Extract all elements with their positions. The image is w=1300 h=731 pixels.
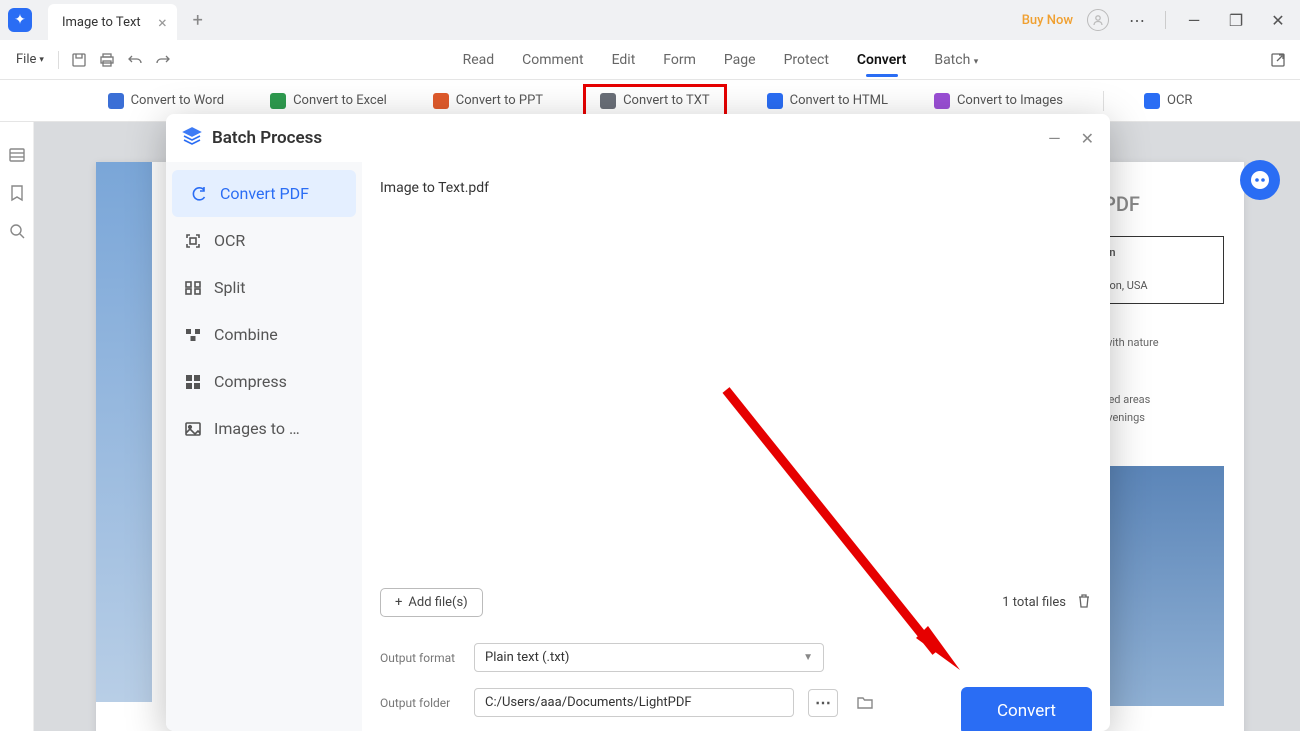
images-icon xyxy=(934,93,950,109)
undo-icon[interactable] xyxy=(121,46,149,74)
combine-icon xyxy=(184,326,202,344)
convert-to-word[interactable]: Convert to Word xyxy=(102,89,231,113)
open-external-icon[interactable] xyxy=(1264,46,1292,74)
convert-to-ppt[interactable]: Convert to PPT xyxy=(427,89,549,113)
batch-process-dialog: Batch Process — ✕ Convert PDF OCR Split … xyxy=(166,114,1110,731)
list-footer: +Add file(s) 1 total files xyxy=(380,588,1092,617)
thumbnails-icon[interactable] xyxy=(8,146,26,164)
tab-read[interactable]: Read xyxy=(461,52,497,68)
split-icon xyxy=(184,279,202,297)
output-format-label: Output format xyxy=(380,651,460,665)
convert-to-txt[interactable]: Convert to TXT xyxy=(583,84,727,118)
separator xyxy=(1165,11,1166,29)
menu-tabs: Read Comment Edit Form Page Protect Conv… xyxy=(461,52,981,68)
sidebar-item-images-to[interactable]: Images to … xyxy=(166,405,362,452)
txt-icon xyxy=(600,93,616,109)
tab-close-icon[interactable]: × xyxy=(158,13,167,32)
print-icon[interactable] xyxy=(93,46,121,74)
file-list: Image to Text.pdf xyxy=(380,176,1092,580)
add-files-button[interactable]: +Add file(s) xyxy=(380,588,483,617)
output-format-row: Output format Plain text (.txt) ▼ xyxy=(380,643,1092,672)
tab-edit[interactable]: Edit xyxy=(610,52,638,68)
close-window-icon[interactable]: ✕ xyxy=(1264,6,1292,34)
ocr-icon xyxy=(184,232,202,250)
tab-batch[interactable]: Batch ▾ xyxy=(932,52,980,68)
file-total: 1 total files xyxy=(1002,593,1092,613)
titlebar-right: Buy Now ⋯ — ❐ ✕ xyxy=(1022,6,1292,34)
maximize-icon[interactable]: ❐ xyxy=(1222,6,1250,34)
dialog-header: Batch Process — ✕ xyxy=(166,114,1110,162)
sidebar-item-compress[interactable]: Compress xyxy=(166,358,362,405)
dialog-main: Image to Text.pdf +Add file(s) 1 total f… xyxy=(362,162,1110,731)
html-icon xyxy=(767,93,783,109)
tab-comment[interactable]: Comment xyxy=(520,52,585,68)
document-tab[interactable]: Image to Text × xyxy=(48,4,177,40)
convert-to-html[interactable]: Convert to HTML xyxy=(761,89,894,113)
convert-to-excel[interactable]: Convert to Excel xyxy=(264,89,393,113)
user-avatar-icon[interactable] xyxy=(1087,9,1109,31)
tab-protect[interactable]: Protect xyxy=(782,52,831,68)
browse-button[interactable]: ⋯ xyxy=(808,689,838,717)
sidebar-item-convert-pdf[interactable]: Convert PDF xyxy=(172,170,356,217)
file-menu[interactable]: File▾ xyxy=(8,52,52,67)
separator xyxy=(1103,91,1104,111)
page-sky-image xyxy=(96,162,152,702)
compress-icon xyxy=(184,373,202,391)
dialog-body: Convert PDF OCR Split Combine Compress I… xyxy=(166,162,1110,731)
toolbar: File▾ Read Comment Edit Form Page Protec… xyxy=(0,40,1300,80)
app-logo: ✦ xyxy=(8,8,32,32)
dialog-minimize-icon[interactable]: — xyxy=(1048,129,1061,148)
output-folder-label: Output folder xyxy=(380,696,460,710)
separator xyxy=(58,51,59,69)
bookmark-icon[interactable] xyxy=(8,184,26,202)
excel-icon xyxy=(270,93,286,109)
open-folder-icon[interactable] xyxy=(852,690,878,716)
left-rail xyxy=(0,122,34,731)
ocr-icon xyxy=(1144,93,1160,109)
output-folder-input[interactable]: C:/Users/aaa/Documents/LightPDF xyxy=(474,688,794,717)
plus-icon: + xyxy=(395,595,402,610)
stack-icon xyxy=(182,126,202,151)
more-icon[interactable]: ⋯ xyxy=(1123,6,1151,34)
new-tab-button[interactable]: + xyxy=(193,10,203,31)
titlebar: ✦ Image to Text × + Buy Now ⋯ — ❐ ✕ xyxy=(0,0,1300,40)
ocr-button[interactable]: OCR xyxy=(1138,89,1198,113)
output-format-select[interactable]: Plain text (.txt) ▼ xyxy=(474,643,824,672)
dialog-title: Batch Process xyxy=(182,126,322,151)
sidebar-item-combine[interactable]: Combine xyxy=(166,311,362,358)
convert-to-images[interactable]: Convert to Images xyxy=(928,89,1069,113)
sidebar-item-ocr[interactable]: OCR xyxy=(166,217,362,264)
tab-form[interactable]: Form xyxy=(661,52,698,68)
minimize-icon[interactable]: — xyxy=(1180,6,1208,34)
refresh-icon xyxy=(190,185,208,203)
chevron-down-icon: ▼ xyxy=(803,652,813,663)
image-icon xyxy=(184,420,202,438)
dialog-controls: — ✕ xyxy=(1048,129,1094,148)
trash-icon[interactable] xyxy=(1076,593,1092,613)
tab-page[interactable]: Page xyxy=(722,52,758,68)
sidebar-item-split[interactable]: Split xyxy=(166,264,362,311)
assistant-button[interactable] xyxy=(1240,160,1280,200)
dialog-close-icon[interactable]: ✕ xyxy=(1081,129,1094,148)
convert-button[interactable]: Convert xyxy=(961,687,1092,731)
ppt-icon xyxy=(433,93,449,109)
buy-now-link[interactable]: Buy Now xyxy=(1022,13,1073,28)
file-row[interactable]: Image to Text.pdf xyxy=(380,176,1092,200)
save-icon[interactable] xyxy=(65,46,93,74)
tab-convert[interactable]: Convert xyxy=(855,52,908,68)
search-icon[interactable] xyxy=(8,222,26,240)
word-icon xyxy=(108,93,124,109)
tab-title: Image to Text xyxy=(62,15,141,30)
dialog-sidebar: Convert PDF OCR Split Combine Compress I… xyxy=(166,162,362,731)
redo-icon[interactable] xyxy=(149,46,177,74)
